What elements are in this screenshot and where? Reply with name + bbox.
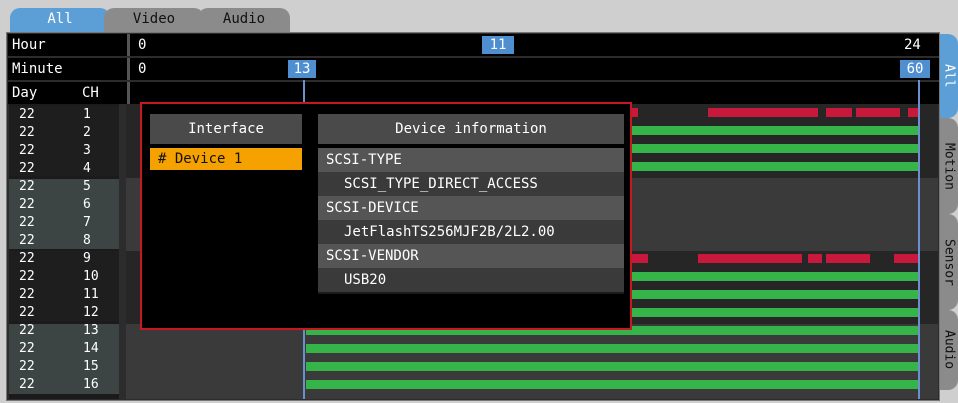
- channel-number: 1: [83, 107, 91, 122]
- tab-all-label: All: [47, 11, 73, 27]
- channel-number: 14: [83, 341, 99, 356]
- divider: [127, 58, 130, 80]
- device-info-panel: SCSI-TYPE SCSI_TYPE_DIRECT_ACCESS SCSI-D…: [318, 148, 624, 294]
- side-tab-motion[interactable]: Motion: [940, 118, 958, 214]
- minute-start: 0: [138, 61, 147, 77]
- channel-number: 10: [83, 269, 99, 284]
- interface-header: Interface: [150, 114, 302, 144]
- recording-bar: [306, 362, 918, 371]
- recording-bar: [306, 380, 918, 389]
- hour-end: 24: [904, 37, 921, 53]
- info-key: SCSI-TYPE: [326, 152, 402, 168]
- side-tab-all-label: All: [941, 64, 957, 88]
- channel-day: 22: [19, 377, 35, 392]
- minute-current-marker[interactable]: 13: [288, 60, 316, 78]
- hour-label: Hour: [12, 37, 46, 53]
- side-tab-audio-label: Audio: [941, 330, 957, 370]
- channel-list: 22 1 22 2 22 3 22 4 22 5 22 6 22 7 22 8 22 9 22 10 22 11 22 12 2…: [9, 104, 119, 399]
- info-value-row: USB20: [318, 268, 624, 292]
- device-item-label: # Device 1: [158, 151, 243, 167]
- side-tab-motion-label: Motion: [941, 142, 957, 190]
- channel-day: 22: [19, 197, 35, 212]
- recording-bar: [626, 290, 918, 299]
- info-key-row: SCSI-VENDOR: [318, 244, 624, 268]
- device-info-dialog: Interface Device information # Device 1 …: [140, 102, 632, 330]
- minute-row[interactable]: Minute 0 13 60: [8, 58, 939, 80]
- recording-bar: [306, 344, 918, 353]
- channel-day: 22: [19, 215, 35, 230]
- end-cursor-line: [918, 80, 920, 399]
- device-list-item[interactable]: # Device 1: [150, 148, 302, 170]
- channel-day: 22: [19, 233, 35, 248]
- info-value-row: JetFlashTS256MJF2B/2L2.00: [318, 220, 624, 244]
- info-value: USB20: [344, 272, 387, 288]
- recording-bar: [626, 308, 918, 317]
- recording-bar: [626, 162, 918, 171]
- event-bar: [826, 108, 852, 117]
- tab-all[interactable]: All: [10, 8, 110, 32]
- divider: [127, 34, 130, 56]
- tab-audio[interactable]: Audio: [198, 8, 290, 32]
- channel-number: 6: [83, 197, 91, 212]
- event-bar: [856, 108, 900, 117]
- channel-number: 9: [83, 251, 91, 266]
- event-bar: [826, 254, 870, 263]
- channel-day: 22: [19, 287, 35, 302]
- event-bar: [708, 108, 818, 117]
- channel-number: 5: [83, 179, 91, 194]
- channel-number: 3: [83, 143, 91, 158]
- info-value: JetFlashTS256MJF2B/2L2.00: [344, 224, 555, 240]
- recording-bar: [626, 272, 918, 281]
- minute-end: 60: [900, 60, 930, 78]
- day-column-header: Day: [12, 85, 38, 101]
- channel-day: 22: [19, 269, 35, 284]
- info-key: SCSI-VENDOR: [326, 248, 419, 264]
- side-tab-audio[interactable]: Audio: [940, 310, 958, 390]
- channel-day: 22: [19, 251, 35, 266]
- tab-video-label: Video: [132, 11, 176, 27]
- channel-number: 15: [83, 359, 99, 374]
- recording-bar: [626, 126, 918, 135]
- channel-day: 22: [19, 125, 35, 140]
- info-value-row: SCSI_TYPE_DIRECT_ACCESS: [318, 172, 624, 196]
- channel-number: 12: [83, 305, 99, 320]
- hour-start: 0: [138, 37, 147, 53]
- info-key-row: SCSI-TYPE: [318, 148, 624, 172]
- channel-day: 22: [19, 179, 35, 194]
- device-info-header: Device information: [318, 114, 624, 144]
- channel-day: 22: [19, 107, 35, 122]
- channel-day: 22: [19, 323, 35, 338]
- channel-day: 22: [19, 143, 35, 158]
- ch-column-header: CH: [82, 85, 99, 101]
- side-tab-all[interactable]: All: [940, 34, 958, 118]
- tab-audio-label: Audio: [222, 11, 266, 27]
- hour-row[interactable]: Hour 0 11 24: [8, 34, 939, 56]
- info-value: SCSI_TYPE_DIRECT_ACCESS: [344, 176, 538, 192]
- channel-number: 11: [83, 287, 99, 302]
- event-bar: [698, 254, 802, 263]
- channel-number: 16: [83, 377, 99, 392]
- info-key-row: SCSI-DEVICE: [318, 196, 624, 220]
- event-bar: [808, 254, 822, 263]
- channel-day: 22: [19, 341, 35, 356]
- channel-day: 22: [19, 305, 35, 320]
- channel-day: 22: [19, 359, 35, 374]
- hour-current-marker[interactable]: 11: [482, 36, 514, 54]
- column-header-row: Day CH: [8, 82, 939, 104]
- channel-number: 13: [83, 323, 99, 338]
- side-tab-sensor[interactable]: Sensor: [940, 214, 958, 310]
- channel-number: 7: [83, 215, 91, 230]
- channel-number: 2: [83, 125, 91, 140]
- tab-video[interactable]: Video: [104, 8, 204, 32]
- divider: [127, 82, 130, 104]
- channel-number: 4: [83, 161, 91, 176]
- side-tab-sensor-label: Sensor: [941, 238, 957, 286]
- info-key: SCSI-DEVICE: [326, 200, 419, 216]
- recording-bar: [626, 144, 918, 153]
- channel-number: 8: [83, 233, 91, 248]
- channel-day: 22: [19, 161, 35, 176]
- event-bar: [894, 254, 918, 263]
- minute-label: Minute: [12, 61, 63, 77]
